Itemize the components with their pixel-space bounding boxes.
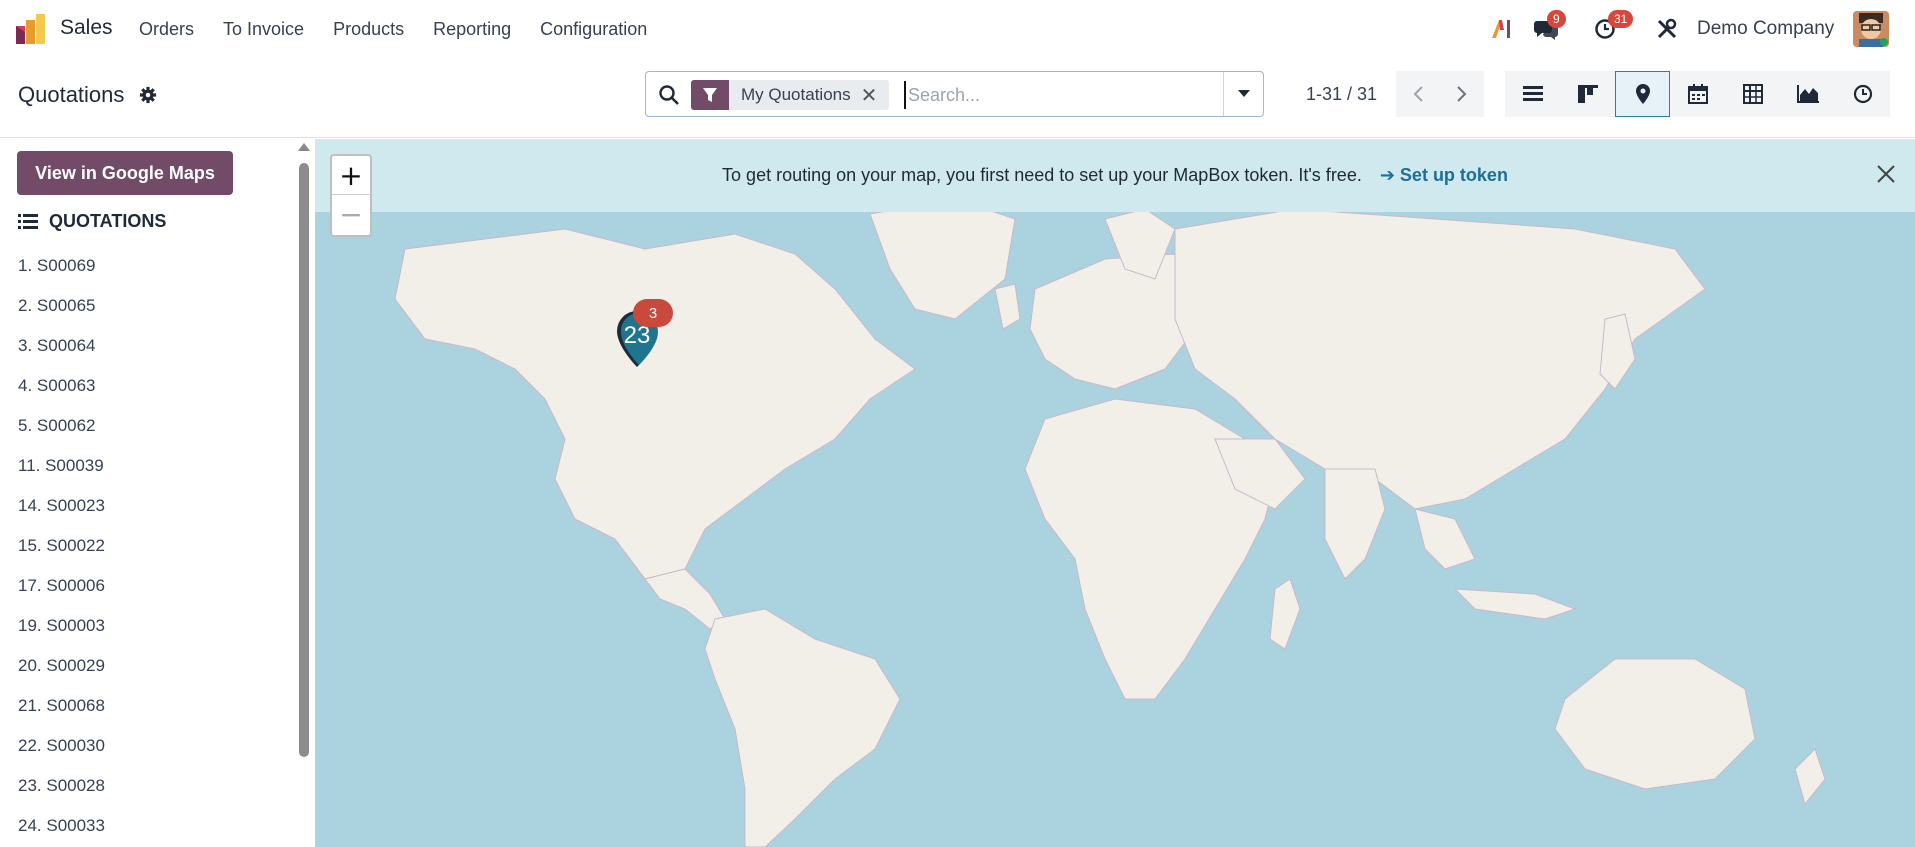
list-icon (1522, 86, 1543, 101)
list-item[interactable]: 1. S00069 (18, 246, 105, 286)
map-icon (1635, 84, 1650, 104)
list-item[interactable]: 21. S00068 (18, 686, 105, 726)
view-in-google-maps-button[interactable]: View in Google Maps (17, 151, 233, 195)
list-item[interactable]: 11. S00039 (18, 446, 105, 486)
mapbox-token-notice: To get routing on your map, you first ne… (315, 139, 1915, 212)
list-item[interactable]: 24. S00033 (18, 806, 105, 846)
close-icon[interactable] (1875, 163, 1897, 185)
control-panel: Quotations My Quotations ✕ 1-31 / 31 (0, 58, 1915, 138)
chevron-right-icon (1457, 86, 1467, 102)
zoom-out-button[interactable]: − (332, 195, 370, 234)
scroll-up-arrow-icon[interactable] (298, 143, 310, 151)
zoom-control: + − (330, 154, 372, 237)
records-list-title: QUOTATIONS (49, 211, 167, 231)
main-menu: Orders To Invoice Products Reporting Con… (139, 19, 676, 40)
app-name[interactable]: Sales (60, 16, 113, 40)
records-sidebar: View in Google Maps QUOTATIONS 1. S00069… (0, 139, 315, 847)
map-container[interactable]: To get routing on your map, you first ne… (315, 139, 1915, 847)
list-icon (18, 213, 38, 229)
pivot-view-button[interactable] (1725, 71, 1780, 117)
menu-orders[interactable]: Orders (139, 19, 194, 40)
menu-configuration[interactable]: Configuration (540, 19, 647, 40)
graph-view-button[interactable] (1780, 71, 1835, 117)
scrollbar-thumb[interactable] (299, 163, 309, 757)
menu-products[interactable]: Products (333, 19, 404, 40)
messages-badge: 9 (1547, 10, 1566, 28)
messages-icon[interactable]: 9 (1531, 10, 1566, 44)
list-item[interactable]: 14. S00023 (18, 486, 105, 526)
facet-close-icon[interactable]: ✕ (861, 83, 890, 108)
gear-icon[interactable] (139, 86, 157, 104)
notice-text: To get routing on your map, you first ne… (722, 165, 1362, 185)
list-item[interactable]: 20. S00029 (18, 646, 105, 686)
list-item[interactable]: 15. S00022 (18, 526, 105, 566)
records-list-header: QUOTATIONS (18, 211, 166, 232)
page-title[interactable]: Quotations (18, 82, 124, 108)
company-switcher[interactable]: Demo Company (1697, 18, 1834, 40)
graph-icon (1796, 85, 1819, 103)
filter-icon (691, 80, 729, 110)
list-item[interactable]: 19. S00003 (18, 606, 105, 646)
list-item[interactable]: 22. S00030 (18, 726, 105, 766)
list-item[interactable]: 17. S00006 (18, 566, 105, 606)
search-icon[interactable] (658, 84, 680, 106)
pager-next-button[interactable] (1440, 71, 1484, 117)
pivot-icon (1742, 84, 1763, 104)
list-view-button[interactable] (1505, 71, 1560, 117)
calendar-view-button[interactable] (1670, 71, 1725, 117)
sidebar-scrollbar[interactable] (297, 139, 311, 847)
pager-value[interactable]: 1-31 / 31 (1306, 84, 1377, 105)
activity-view-button[interactable] (1835, 71, 1890, 117)
list-item[interactable]: 5. S00062 (18, 406, 105, 446)
set-up-token-link[interactable]: ➔ Set up token (1380, 165, 1508, 186)
menu-to-invoice[interactable]: To Invoice (223, 19, 304, 40)
activities-icon[interactable]: 31 (1590, 10, 1634, 44)
sales-app-logo[interactable] (14, 12, 48, 46)
list-item[interactable]: 4. S00063 (18, 366, 105, 406)
map-view-button[interactable] (1615, 71, 1670, 117)
chevron-left-icon (1413, 86, 1423, 102)
calendar-icon (1687, 84, 1708, 104)
top-navbar: Sales Orders To Invoice Products Reporti… (0, 0, 1915, 58)
ai-icon[interactable] (1487, 14, 1517, 44)
user-avatar[interactable] (1853, 11, 1889, 47)
marker-badge: 3 (633, 299, 673, 327)
records-list: 1. S00069 2. S00065 3. S00064 4. S00063 … (18, 246, 105, 846)
list-item[interactable]: 3. S00064 (18, 326, 105, 366)
tools-icon[interactable] (1652, 14, 1682, 44)
list-item[interactable]: 2. S00065 (18, 286, 105, 326)
search-options-toggle[interactable] (1223, 72, 1263, 116)
search-input[interactable] (904, 81, 1204, 109)
pager-previous-button[interactable] (1396, 71, 1440, 117)
menu-reporting[interactable]: Reporting (433, 19, 511, 40)
facet-label: My Quotations (741, 85, 851, 104)
list-item[interactable]: 23. S00028 (18, 766, 105, 806)
search-facet: My Quotations ✕ (691, 80, 890, 110)
zoom-in-button[interactable]: + (332, 156, 370, 195)
kanban-icon (1577, 85, 1598, 103)
activity-icon (1853, 84, 1872, 104)
kanban-view-button[interactable] (1560, 71, 1615, 117)
world-map[interactable] (315, 139, 1915, 847)
caret-down-icon (1237, 90, 1250, 97)
activities-badge: 31 (1608, 10, 1634, 28)
search-bar: My Quotations ✕ (645, 71, 1264, 117)
